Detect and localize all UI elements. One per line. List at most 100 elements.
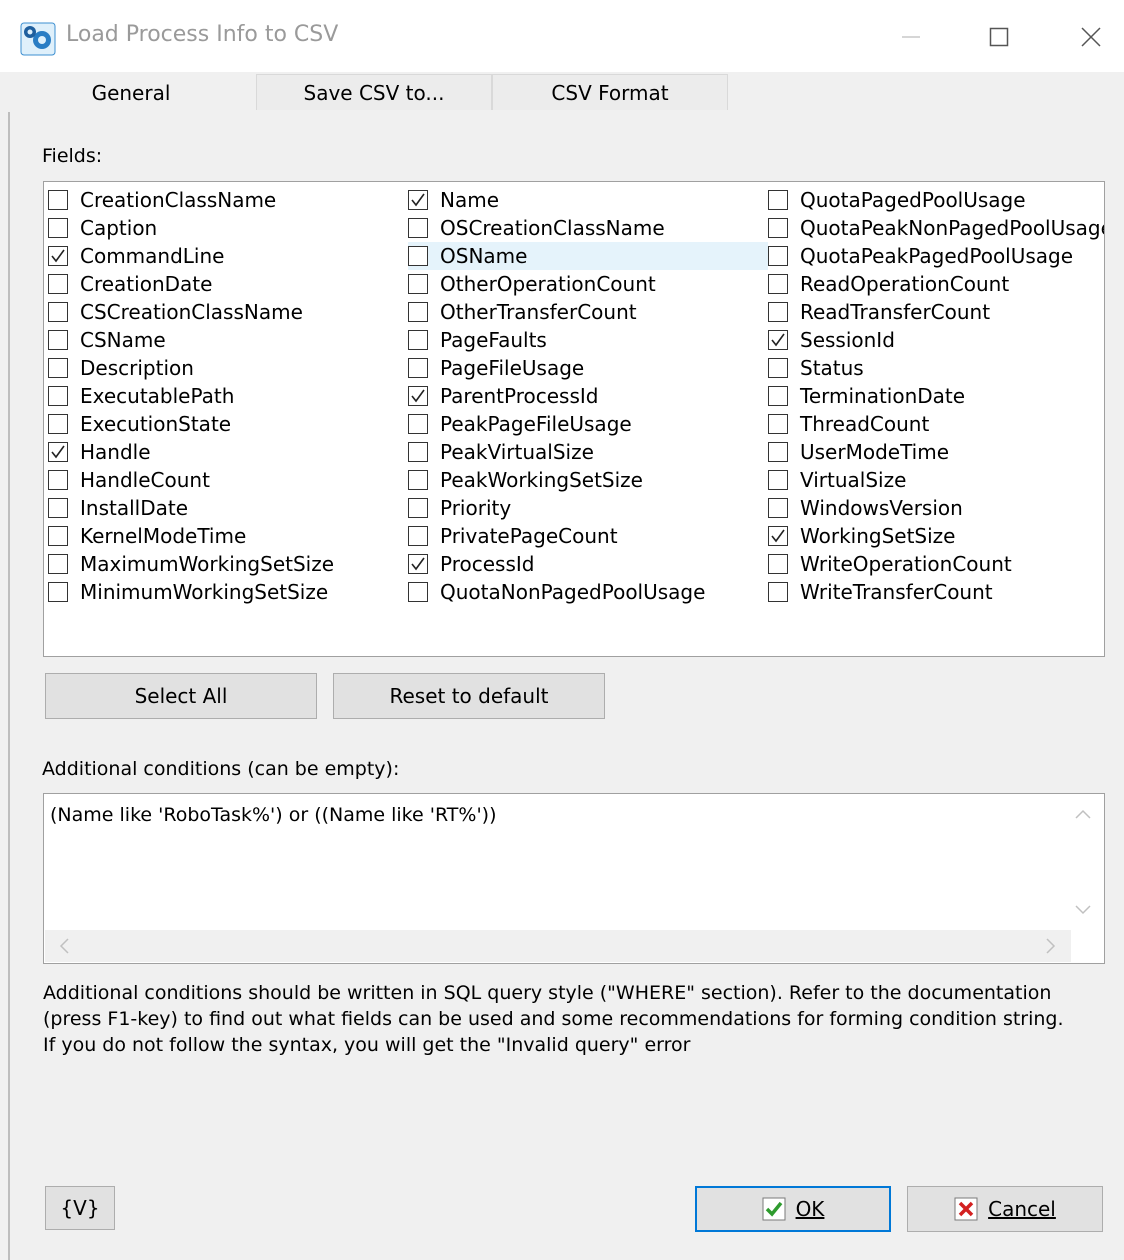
field-item[interactable]: ParentProcessId (408, 382, 768, 410)
conditions-textarea[interactable]: (Name like 'RoboTask%') or ((Name like '… (43, 793, 1105, 964)
field-checkbox[interactable] (48, 554, 68, 574)
field-item[interactable]: Handle (48, 438, 408, 466)
field-checkbox[interactable] (408, 358, 428, 378)
tab-save-csv-to[interactable]: Save CSV to... (256, 74, 492, 110)
field-item[interactable]: TerminationDate (768, 382, 1104, 410)
field-checkbox[interactable] (768, 190, 788, 210)
maximize-button[interactable] (976, 12, 1022, 62)
field-item[interactable]: ThreadCount (768, 410, 1104, 438)
field-checkbox[interactable] (48, 330, 68, 350)
field-item[interactable]: PeakPageFileUsage (408, 410, 768, 438)
field-item[interactable]: UserModeTime (768, 438, 1104, 466)
field-item[interactable]: Name (408, 186, 768, 214)
field-checkbox[interactable] (48, 218, 68, 238)
scroll-right-icon[interactable] (1046, 938, 1056, 954)
field-checkbox[interactable] (768, 582, 788, 602)
field-item[interactable]: CSName (48, 326, 408, 354)
field-item[interactable]: PeakWorkingSetSize (408, 466, 768, 494)
field-checkbox[interactable] (48, 442, 68, 462)
field-item[interactable]: VirtualSize (768, 466, 1104, 494)
field-checkbox[interactable] (408, 386, 428, 406)
field-item[interactable]: CSCreationClassName (48, 298, 408, 326)
cancel-button[interactable]: Cancel (907, 1186, 1103, 1232)
field-checkbox[interactable] (48, 582, 68, 602)
field-item[interactable]: MaximumWorkingSetSize (48, 550, 408, 578)
field-item[interactable]: Caption (48, 214, 408, 242)
field-checkbox[interactable] (768, 330, 788, 350)
field-item[interactable]: HandleCount (48, 466, 408, 494)
field-checkbox[interactable] (48, 274, 68, 294)
scroll-left-icon[interactable] (59, 938, 69, 954)
field-item[interactable]: QuotaPagedPoolUsage (768, 186, 1104, 214)
ok-button[interactable]: OK (695, 1186, 891, 1232)
field-item[interactable]: PageFaults (408, 326, 768, 354)
field-item[interactable]: WindowsVersion (768, 494, 1104, 522)
field-item[interactable]: InstallDate (48, 494, 408, 522)
field-checkbox[interactable] (48, 470, 68, 490)
field-item[interactable]: Priority (408, 494, 768, 522)
field-item[interactable]: Status (768, 354, 1104, 382)
field-checkbox[interactable] (768, 498, 788, 518)
field-checkbox[interactable] (408, 274, 428, 294)
field-checkbox[interactable] (408, 554, 428, 574)
field-item[interactable]: MinimumWorkingSetSize (48, 578, 408, 606)
field-item[interactable]: ExecutablePath (48, 382, 408, 410)
field-item[interactable]: ProcessId (408, 550, 768, 578)
field-item[interactable]: WriteOperationCount (768, 550, 1104, 578)
field-item[interactable]: OtherTransferCount (408, 298, 768, 326)
field-checkbox[interactable] (408, 442, 428, 462)
variables-button[interactable]: {V} (45, 1186, 115, 1230)
field-item[interactable]: OtherOperationCount (408, 270, 768, 298)
field-checkbox[interactable] (48, 190, 68, 210)
field-checkbox[interactable] (768, 218, 788, 238)
field-item[interactable]: CommandLine (48, 242, 408, 270)
field-checkbox[interactable] (48, 498, 68, 518)
field-item[interactable]: ReadOperationCount (768, 270, 1104, 298)
field-checkbox[interactable] (408, 526, 428, 546)
field-item[interactable]: CreationClassName (48, 186, 408, 214)
field-checkbox[interactable] (408, 582, 428, 602)
field-item[interactable]: PrivatePageCount (408, 522, 768, 550)
field-item[interactable]: KernelModeTime (48, 522, 408, 550)
scroll-down-icon[interactable] (1075, 905, 1091, 915)
field-checkbox[interactable] (768, 358, 788, 378)
field-item[interactable]: QuotaPeakPagedPoolUsage (768, 242, 1104, 270)
field-checkbox[interactable] (48, 358, 68, 378)
field-checkbox[interactable] (408, 190, 428, 210)
tab-general[interactable]: General (8, 72, 254, 114)
field-checkbox[interactable] (768, 246, 788, 266)
fields-checklist[interactable]: CreationClassName Caption CommandLine Creat… (43, 181, 1105, 657)
field-item[interactable]: PageFileUsage (408, 354, 768, 382)
field-item[interactable]: SessionId (768, 326, 1104, 354)
field-checkbox[interactable] (48, 526, 68, 546)
field-item[interactable]: PeakVirtualSize (408, 438, 768, 466)
field-item[interactable]: ExecutionState (48, 410, 408, 438)
field-item[interactable]: ReadTransferCount (768, 298, 1104, 326)
field-checkbox[interactable] (408, 498, 428, 518)
field-checkbox[interactable] (768, 414, 788, 434)
field-checkbox[interactable] (408, 218, 428, 238)
field-item[interactable]: OSName (408, 242, 768, 270)
field-item[interactable]: WriteTransferCount (768, 578, 1104, 606)
field-checkbox[interactable] (408, 246, 428, 266)
field-checkbox[interactable] (768, 442, 788, 462)
field-checkbox[interactable] (408, 470, 428, 490)
field-checkbox[interactable] (48, 386, 68, 406)
select-all-button[interactable]: Select All (45, 673, 317, 719)
scroll-up-icon[interactable] (1075, 809, 1091, 819)
field-checkbox[interactable] (48, 414, 68, 434)
field-item[interactable]: QuotaNonPagedPoolUsage (408, 578, 768, 606)
field-item[interactable]: OSCreationClassName (408, 214, 768, 242)
field-item[interactable]: WorkingSetSize (768, 522, 1104, 550)
reset-to-default-button[interactable]: Reset to default (333, 673, 605, 719)
field-checkbox[interactable] (768, 554, 788, 574)
field-checkbox[interactable] (768, 274, 788, 294)
minimize-button[interactable] (888, 12, 934, 62)
tab-csv-format[interactable]: CSV Format (492, 74, 728, 110)
field-checkbox[interactable] (408, 414, 428, 434)
field-checkbox[interactable] (768, 526, 788, 546)
field-item[interactable]: Description (48, 354, 408, 382)
field-item[interactable]: QuotaPeakNonPagedPoolUsage (768, 214, 1104, 242)
close-button[interactable] (1068, 12, 1114, 62)
field-checkbox[interactable] (48, 246, 68, 266)
